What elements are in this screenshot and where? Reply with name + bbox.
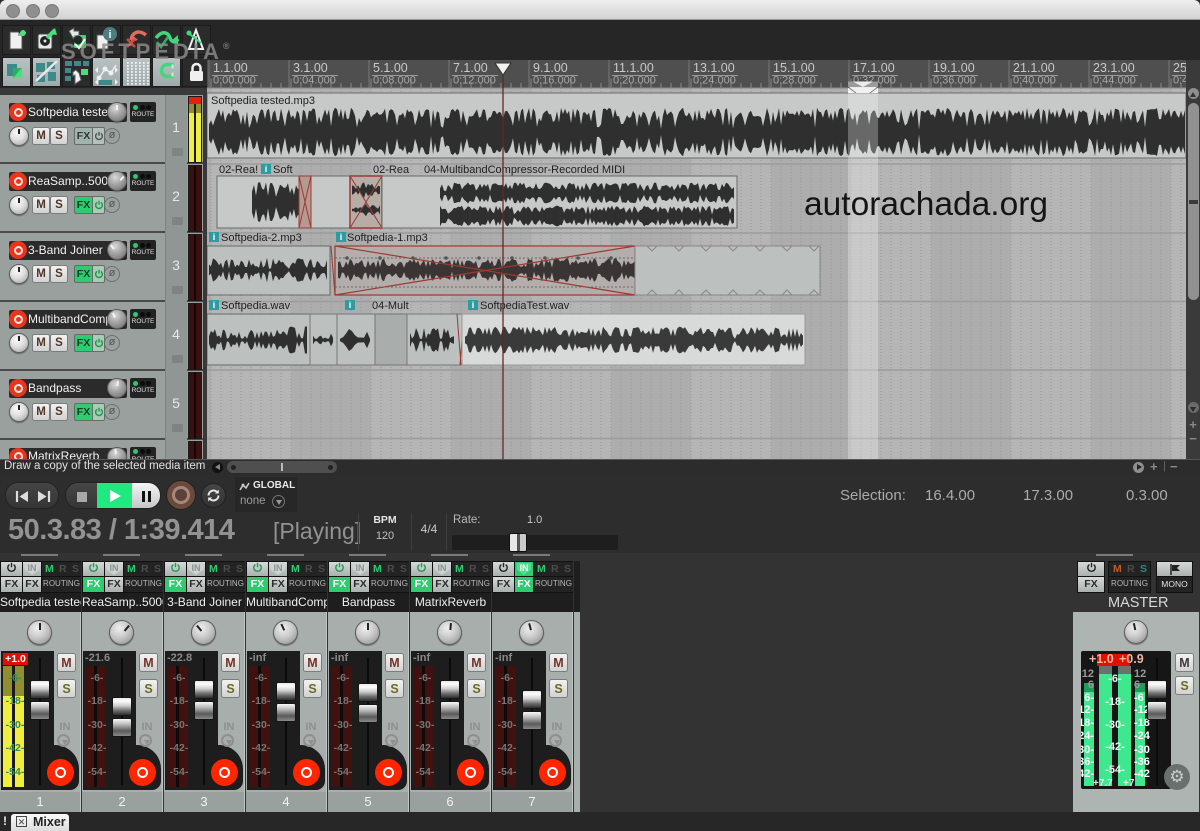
svg-text:02-Rea: 02-Rea xyxy=(373,164,410,176)
svg-text:36-: 36- xyxy=(1081,756,1094,768)
svg-text:+7: +7 xyxy=(1123,778,1135,789)
svg-text:5.1.00: 5.1.00 xyxy=(373,61,408,75)
svg-text:0:08.000: 0:08.000 xyxy=(373,75,416,87)
svg-text:0:36.000: 0:36.000 xyxy=(933,75,976,87)
svg-text:Soft: Soft xyxy=(273,164,293,176)
svg-text:0:28.000: 0:28.000 xyxy=(773,75,816,87)
svg-text:13.1.00: 13.1.00 xyxy=(693,61,735,75)
svg-text:i: i xyxy=(213,232,216,242)
svg-text:3.1.00: 3.1.00 xyxy=(293,61,328,75)
svg-text:0:44.000: 0:44.000 xyxy=(1093,75,1136,87)
svg-text:+7.7: +7.7 xyxy=(1093,778,1113,789)
svg-text:-54-: -54- xyxy=(1105,764,1125,776)
svg-text:-36: -36 xyxy=(1134,756,1150,768)
svg-text:18-: 18- xyxy=(1081,717,1094,729)
svg-text:-18-: -18- xyxy=(1105,696,1125,708)
svg-text:23.1.00: 23.1.00 xyxy=(1093,61,1135,75)
svg-text:Softpedia.wav: Softpedia.wav xyxy=(221,300,291,312)
svg-text:17.1.00: 17.1.00 xyxy=(853,61,895,75)
svg-text:0:20.000: 0:20.000 xyxy=(613,75,656,87)
svg-text:Softpedia tested.mp3: Softpedia tested.mp3 xyxy=(211,95,315,107)
svg-text:9.1.00: 9.1.00 xyxy=(533,61,568,75)
svg-text:Softpedia-2.mp3: Softpedia-2.mp3 xyxy=(221,232,302,244)
svg-text:Softpedia-1.mp3: Softpedia-1.mp3 xyxy=(347,232,428,244)
svg-text:21.1.00: 21.1.00 xyxy=(1013,61,1055,75)
svg-text:0:24.000: 0:24.000 xyxy=(693,75,736,87)
svg-text:15.1.00: 15.1.00 xyxy=(773,61,815,75)
svg-text:i: i xyxy=(349,300,352,310)
svg-text:-30-: -30- xyxy=(1105,719,1125,731)
svg-text:02-Rea!: 02-Rea! xyxy=(219,164,258,176)
svg-text:SoftpediaTest.wav: SoftpediaTest.wav xyxy=(480,300,570,312)
svg-text:24-: 24- xyxy=(1081,730,1094,742)
svg-text:04-Mult: 04-Mult xyxy=(372,300,409,312)
svg-text:11.1.00: 11.1.00 xyxy=(613,61,654,75)
svg-text:0:04.000: 0:04.000 xyxy=(293,75,336,87)
svg-text:04-MultibandCompressor-Recorde: 04-MultibandCompressor-Recorded MIDI xyxy=(424,164,625,176)
svg-text:7.1.00: 7.1.00 xyxy=(453,61,488,75)
svg-text:autorachada.org: autorachada.org xyxy=(804,186,1048,223)
svg-text:6-: 6- xyxy=(1084,692,1094,704)
svg-text:i: i xyxy=(213,300,216,310)
svg-text:-24: -24 xyxy=(1134,730,1151,742)
svg-text:30-: 30- xyxy=(1081,744,1094,756)
svg-text:i: i xyxy=(472,300,475,310)
svg-text:6: 6 xyxy=(1134,679,1140,691)
svg-text:-30: -30 xyxy=(1134,744,1150,756)
svg-text:0:48.000: 0:48.000 xyxy=(1173,75,1186,87)
svg-text:0:00.000: 0:00.000 xyxy=(213,75,256,87)
svg-text:-6: -6 xyxy=(1134,692,1144,704)
svg-text:-42-: -42- xyxy=(1105,741,1125,753)
svg-text:+0.9: +0.9 xyxy=(1119,652,1144,666)
svg-text:12-: 12- xyxy=(1081,704,1094,716)
svg-text:0:16.000: 0:16.000 xyxy=(533,75,576,87)
svg-text:i: i xyxy=(265,164,268,174)
svg-text:19.1.00: 19.1.00 xyxy=(933,61,975,75)
svg-text:0:40.000: 0:40.000 xyxy=(1013,75,1056,87)
svg-text:+1.0: +1.0 xyxy=(1089,652,1114,666)
svg-text:i: i xyxy=(340,232,343,242)
svg-text:0:12.000: 0:12.000 xyxy=(453,75,496,87)
svg-text:-6-: -6- xyxy=(1108,673,1122,685)
svg-text:6: 6 xyxy=(1088,679,1094,691)
svg-text:-42: -42 xyxy=(1134,768,1150,780)
